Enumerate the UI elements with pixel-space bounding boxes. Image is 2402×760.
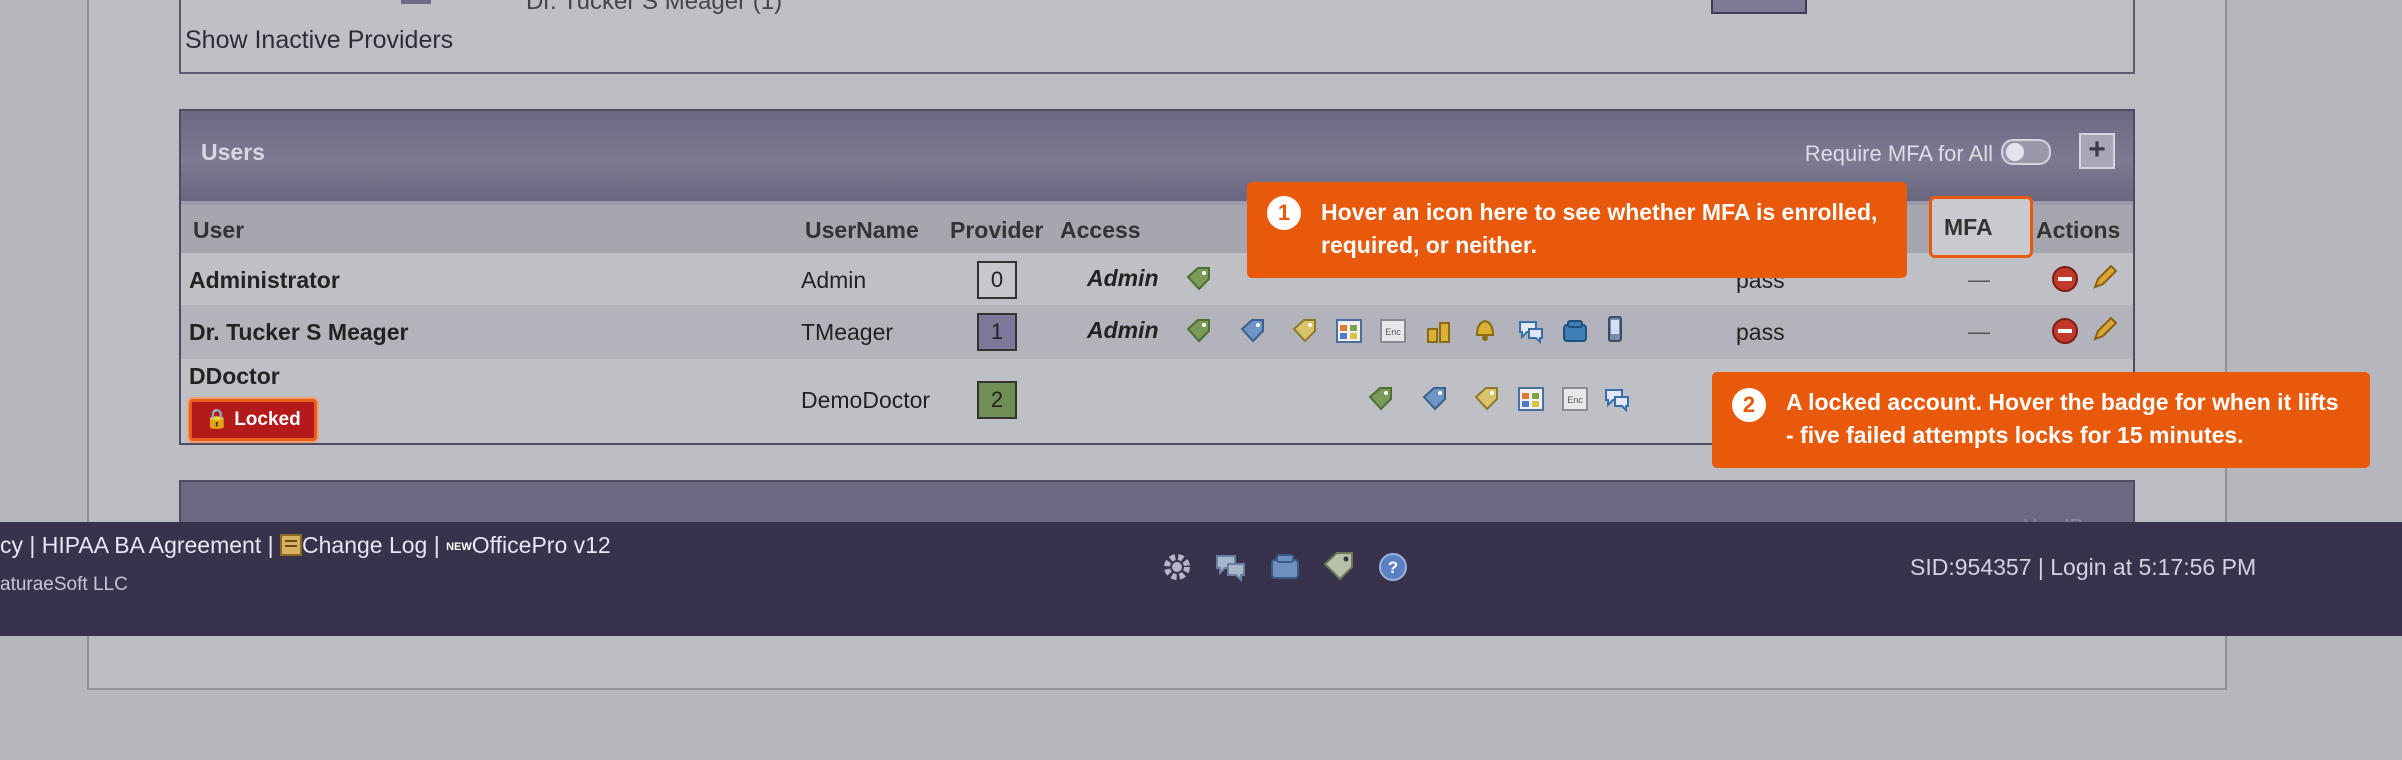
new-badge: NEW — [446, 540, 472, 553]
svg-text:?: ? — [1388, 558, 1398, 577]
change-log-link[interactable]: Change Log — [302, 532, 427, 558]
session-info: SID:954357 | Login at 5:17:56 PM — [1910, 554, 2257, 580]
tag-yellow-icon[interactable] — [1473, 385, 1501, 413]
locked-label: Locked — [234, 409, 301, 430]
users-panel-title: Users — [201, 139, 265, 165]
svg-text:Enc: Enc — [1385, 327, 1401, 337]
bell-icon[interactable] — [1471, 315, 1499, 343]
access-level: Admin — [1087, 317, 1159, 343]
provider-avatar — [401, 0, 431, 4]
tag-icon[interactable] — [1322, 550, 1356, 584]
tag-blue-icon[interactable] — [1239, 317, 1267, 345]
provider-row-name: Dr. Tucker S Meager (1) — [526, 0, 783, 15]
login-status: pass — [1736, 319, 1785, 345]
provider-actions[interactable] — [2045, 0, 2105, 4]
mfa-status[interactable]: — — [1968, 267, 1990, 293]
tag-green-icon[interactable] — [1185, 265, 1213, 293]
providers-panel: Dr. Tucker S Meager (1) Show Inactive Pr… — [179, 0, 2135, 74]
footer-bar: cy | HIPAA BA Agreement | Change Log | N… — [0, 522, 2402, 636]
table-row[interactable]: Dr. Tucker S Meager TMeager 1 Admin Enc … — [181, 305, 2133, 359]
mfa-column-highlight[interactable]: MFA — [1929, 196, 2033, 258]
column-header-access[interactable]: Access — [1060, 217, 1141, 244]
footer-copyright: aturaeSoft LLC — [0, 574, 128, 595]
gear-icon[interactable] — [1160, 550, 1194, 584]
show-inactive-providers-link[interactable]: Show Inactive Providers — [185, 26, 453, 55]
user-username: Admin — [801, 267, 867, 293]
add-user-button[interactable]: + — [2079, 133, 2115, 169]
callout-step-number: 2 — [1732, 388, 1766, 422]
toggle-knob — [2006, 143, 2024, 161]
footer-separator: | — [427, 532, 447, 558]
chat-icon[interactable] — [1603, 385, 1631, 413]
callout-text: A locked account. Hover the badge for wh… — [1786, 389, 2339, 448]
user-name[interactable]: Administrator — [189, 267, 340, 294]
column-header-username[interactable]: UserName — [805, 217, 919, 244]
column-header-user[interactable]: User — [193, 217, 244, 244]
svg-text:Enc: Enc — [1567, 395, 1583, 405]
require-mfa-all-label: Require MFA for All — [1804, 141, 1993, 166]
require-mfa-all-toggle[interactable] — [2001, 139, 2051, 165]
edit-icon[interactable] — [2091, 315, 2119, 343]
provider-number: 2 — [977, 381, 1017, 419]
lock-icon: 🔒 — [205, 409, 229, 430]
tag-green-icon[interactable] — [1185, 317, 1213, 345]
callout-text: Hover an icon here to see whether MFA is… — [1321, 199, 1878, 258]
change-log-icon — [280, 534, 302, 556]
phone-icon[interactable] — [1268, 550, 1302, 584]
user-username: TMeager — [801, 319, 894, 345]
column-header-actions[interactable]: Actions — [2036, 217, 2120, 244]
help-icon[interactable]: ? — [1376, 550, 1410, 584]
locked-badge[interactable]: 🔒 Locked — [189, 399, 317, 441]
access-level: Admin — [1087, 265, 1159, 291]
provider-number: 1 — [977, 313, 1017, 351]
column-header-mfa: MFA — [1944, 214, 1993, 240]
provider-number: 0 — [977, 261, 1017, 299]
encounter-icon[interactable]: Enc — [1379, 317, 1407, 345]
calendar-icon[interactable] — [1517, 385, 1545, 413]
calendar-icon[interactable] — [1335, 317, 1363, 345]
mobile-phone-icon[interactable] — [1601, 315, 1629, 343]
edit-icon[interactable] — [2091, 263, 2119, 291]
tag-green-icon[interactable] — [1367, 385, 1395, 413]
callout-step-number: 1 — [1267, 196, 1301, 230]
column-header-provider[interactable]: Provider — [950, 217, 1043, 244]
tag-blue-icon[interactable] — [1421, 385, 1449, 413]
delete-icon[interactable] — [2051, 265, 2079, 293]
tour-callout-locked[interactable]: 2 A locked account. Hover the badge for … — [1712, 372, 2370, 468]
tour-callout-mfa[interactable]: 1 Hover an icon here to see whether MFA … — [1247, 182, 1907, 278]
chat-icon[interactable] — [1517, 317, 1545, 345]
user-name[interactable]: Dr. Tucker S Meager — [189, 319, 408, 346]
user-username: DemoDoctor — [801, 387, 931, 413]
chat-icon[interactable] — [1214, 550, 1248, 584]
delete-icon[interactable] — [2051, 317, 2079, 345]
billing-coins-icon[interactable] — [1425, 317, 1453, 345]
tag-yellow-icon[interactable] — [1291, 317, 1319, 345]
phone-icon[interactable] — [1561, 317, 1589, 345]
footer-links: cy | HIPAA BA Agreement | Change Log | N… — [0, 532, 611, 559]
mfa-status[interactable]: — — [1968, 319, 1990, 345]
user-name[interactable]: DDoctor — [189, 363, 280, 390]
officepro-link[interactable]: OfficePro v12 — [472, 532, 611, 558]
footer-links-text[interactable]: cy | HIPAA BA Agreement | — [0, 532, 280, 558]
encounter-icon[interactable]: Enc — [1561, 385, 1589, 413]
provider-color-box[interactable] — [1711, 0, 1807, 14]
